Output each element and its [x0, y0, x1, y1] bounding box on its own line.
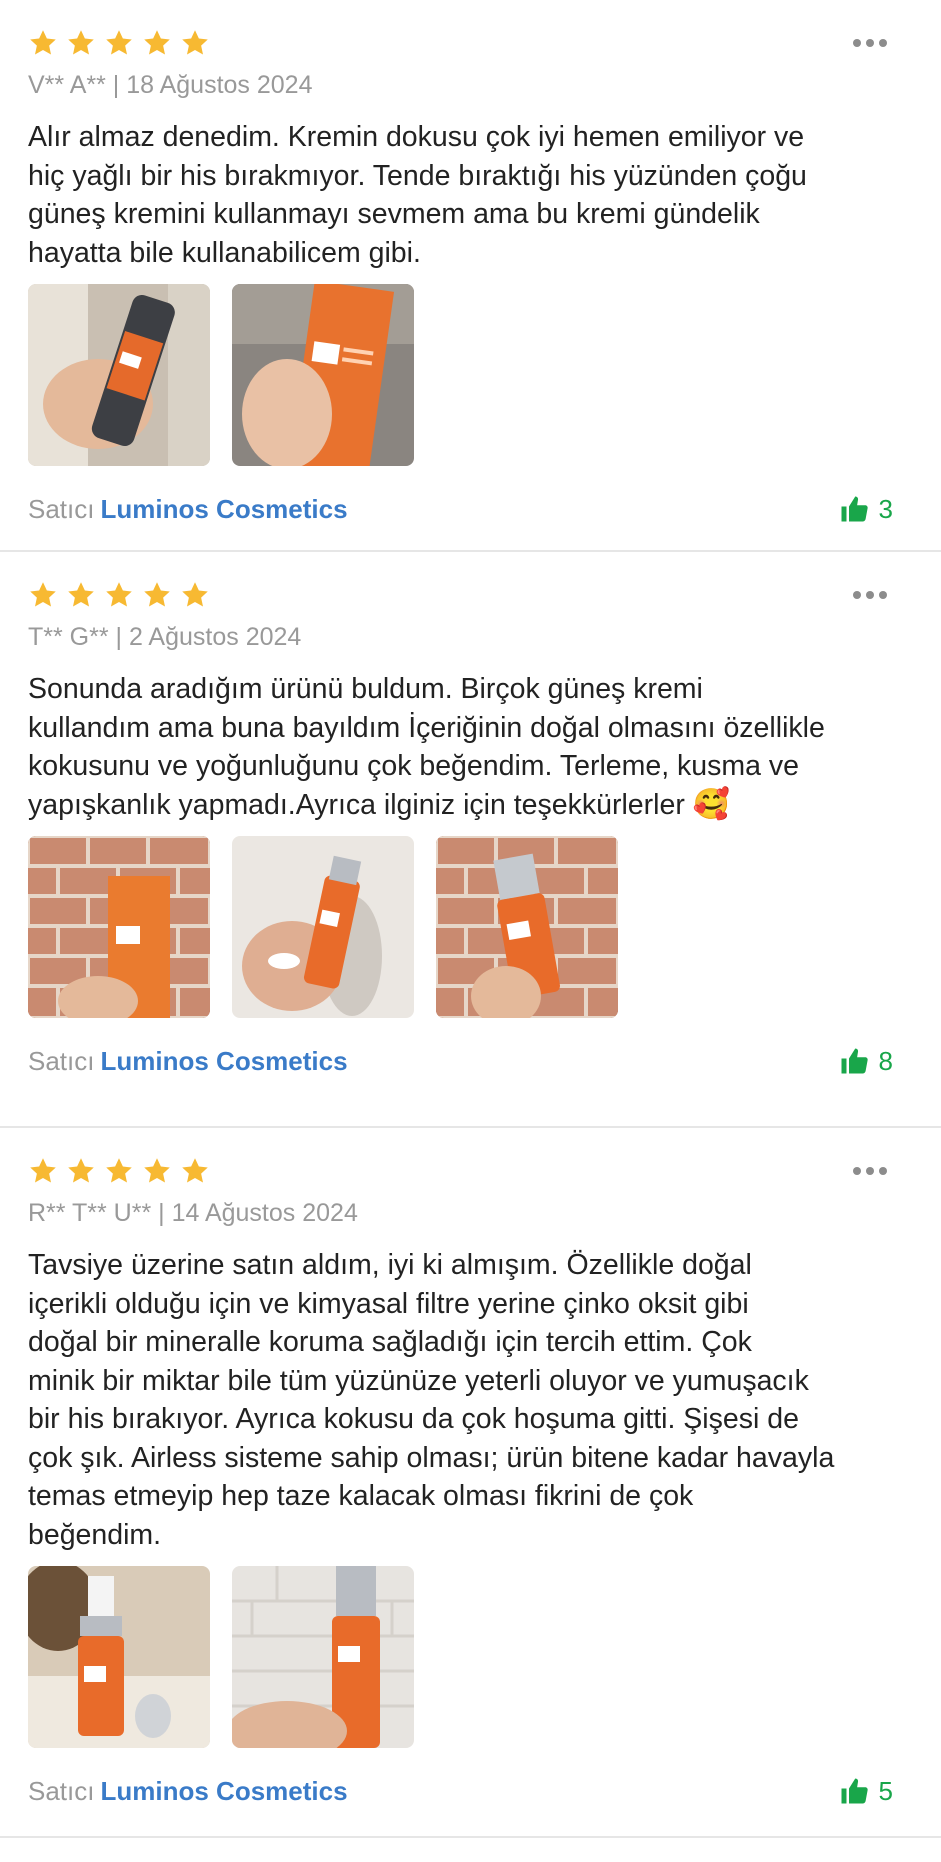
- star-icon: [142, 580, 172, 610]
- like-count: 8: [878, 1045, 893, 1076]
- star-icon: [180, 580, 210, 610]
- star-icon: [104, 580, 134, 610]
- seller-info: Satıcı Luminos Cosmetics: [28, 1046, 348, 1077]
- like-button[interactable]: 8: [839, 1046, 893, 1077]
- more-options-icon[interactable]: [849, 583, 891, 607]
- review-photo[interactable]: [28, 1566, 210, 1748]
- review-header: [28, 1152, 913, 1190]
- seller-label: Satıcı: [28, 493, 95, 524]
- seller-name-link[interactable]: Luminos Cosmetics: [100, 1776, 347, 1806]
- review-footer: Satıcı Luminos Cosmetics 5: [28, 1748, 913, 1834]
- review-header: [28, 576, 913, 614]
- star-icon: [66, 580, 96, 610]
- review-photo[interactable]: [436, 836, 618, 1018]
- review-text: Alır almaz denedim. Kremin dokusu çok iy…: [28, 121, 807, 269]
- review-footer: Satıcı Luminos Cosmetics 3: [28, 466, 913, 552]
- star-rating: [28, 28, 210, 58]
- like-button[interactable]: 3: [839, 494, 893, 525]
- thumbs-up-icon: [839, 1046, 869, 1076]
- review-photo[interactable]: [28, 284, 210, 466]
- star-icon: [180, 28, 210, 58]
- star-icon: [66, 1156, 96, 1186]
- like-count: 5: [878, 1775, 893, 1806]
- review-text: Sonunda aradığım ürünü buldum. Birçok gü…: [28, 670, 913, 824]
- thumbs-up-icon: [839, 494, 869, 524]
- seller-label: Satıcı: [28, 1775, 95, 1806]
- seller-label: Satıcı: [28, 1045, 95, 1076]
- thumbs-up-icon: [839, 1776, 869, 1806]
- review-footer: Satıcı Luminos Cosmetics 8: [28, 1018, 913, 1104]
- star-icon: [104, 1156, 134, 1186]
- review-photos: [28, 836, 913, 1018]
- like-count: 3: [878, 493, 893, 524]
- star-icon: [142, 1156, 172, 1186]
- star-icon: [28, 28, 58, 58]
- review-photo[interactable]: [232, 1566, 414, 1748]
- review-photos: [28, 284, 913, 466]
- more-options-icon[interactable]: [849, 1159, 891, 1183]
- star-icon: [142, 28, 172, 58]
- star-icon: [28, 1156, 58, 1186]
- review-header: [28, 24, 913, 62]
- smiling-face-with-hearts-emoji: 🥰: [692, 787, 731, 821]
- seller-name-link[interactable]: Luminos Cosmetics: [100, 494, 347, 524]
- review-author-date: R** T** U** | 14 Ağustos 2024: [28, 1199, 358, 1227]
- star-rating: [28, 580, 210, 610]
- star-icon: [104, 28, 134, 58]
- review-card: T** G** | 2 Ağustos 2024 Sonunda aradığı…: [0, 552, 941, 1128]
- review-photo[interactable]: [232, 836, 414, 1018]
- star-rating: [28, 1156, 210, 1186]
- like-button[interactable]: 5: [839, 1776, 893, 1807]
- review-photo[interactable]: [232, 284, 414, 466]
- review-card: V** A** | 18 Ağustos 2024 Alır almaz den…: [0, 0, 941, 552]
- star-icon: [66, 28, 96, 58]
- more-options-icon[interactable]: [849, 31, 891, 55]
- seller-info: Satıcı Luminos Cosmetics: [28, 494, 348, 525]
- review-author-date: V** A** | 18 Ağustos 2024: [28, 71, 313, 99]
- review-photo[interactable]: [28, 836, 210, 1018]
- review-card: R** T** U** | 14 Ağustos 2024 Tavsiye üz…: [0, 1128, 941, 1838]
- review-author-date: T** G** | 2 Ağustos 2024: [28, 623, 302, 651]
- star-icon: [180, 1156, 210, 1186]
- star-icon: [28, 580, 58, 610]
- seller-name-link[interactable]: Luminos Cosmetics: [100, 1046, 347, 1076]
- seller-info: Satıcı Luminos Cosmetics: [28, 1776, 348, 1807]
- review-photos: [28, 1566, 913, 1748]
- review-text: Tavsiye üzerine satın aldım, iyi ki almı…: [28, 1249, 835, 1551]
